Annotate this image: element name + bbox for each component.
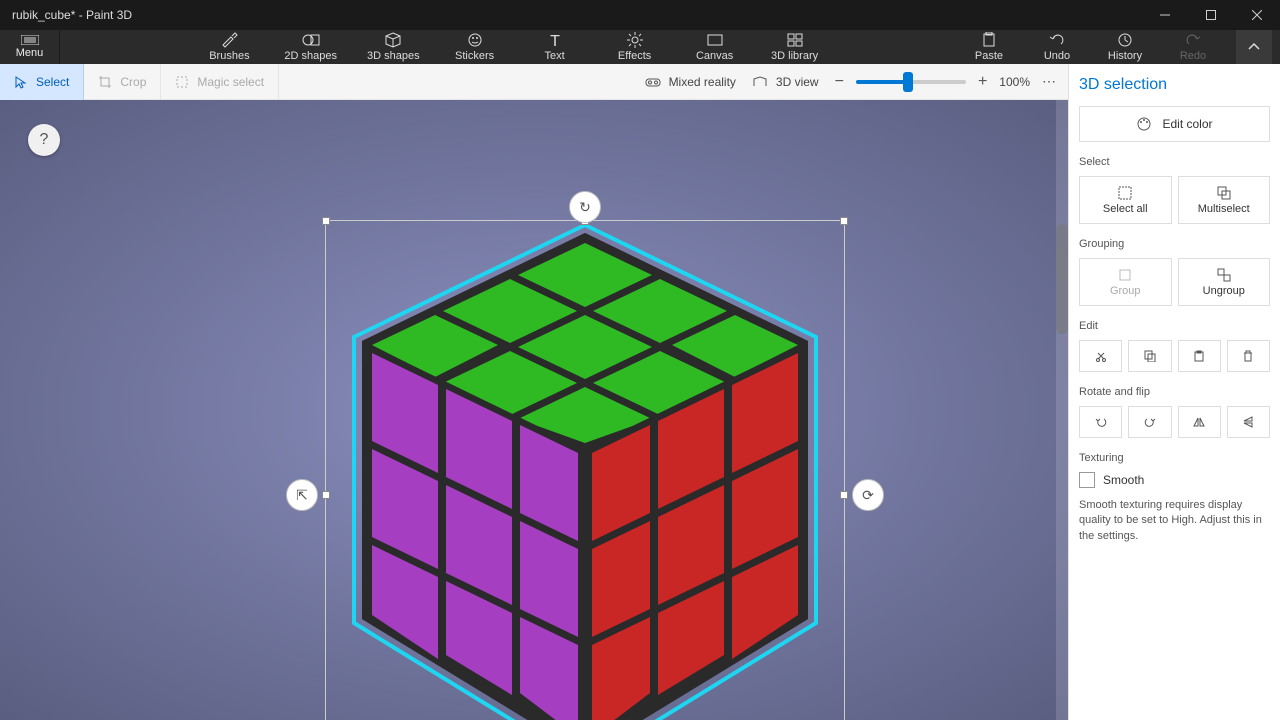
copy-button[interactable]	[1128, 340, 1171, 372]
ribbon: Menu Brushes 2D shapes 3D shapes Sticker…	[0, 30, 1280, 64]
mixed-reality-button[interactable]: Mixed reality	[645, 75, 736, 89]
maximize-button[interactable]	[1188, 0, 1234, 30]
cut-icon	[1095, 350, 1107, 362]
resize-handle-tr[interactable]	[840, 217, 848, 225]
3d-view-button[interactable]: 3D view	[752, 75, 819, 89]
flip-horizontal-button[interactable]	[1178, 406, 1221, 438]
resize-handle-ml[interactable]	[322, 491, 330, 499]
multiselect-icon	[1217, 186, 1231, 200]
select-all-button[interactable]: Select all	[1079, 176, 1172, 224]
ribbon-2d-shapes[interactable]: 2D shapes	[284, 32, 337, 62]
ribbon-effects[interactable]: Effects	[610, 32, 660, 62]
zoom-out-button[interactable]: −	[835, 73, 844, 91]
more-button[interactable]: ⋯	[1042, 73, 1056, 90]
resize-handle-mr[interactable]	[840, 491, 848, 499]
smooth-hint: Smooth texturing requires display qualit…	[1079, 498, 1270, 544]
zoom-level: 100%	[999, 75, 1030, 89]
window-title: rubik_cube* - Paint 3D	[12, 8, 132, 22]
rotate-right-icon	[1144, 416, 1156, 428]
smooth-checkbox[interactable]: Smooth	[1079, 472, 1270, 488]
depth-handle-left[interactable]: ⇱	[286, 479, 318, 511]
select-all-icon	[1118, 186, 1132, 200]
collapse-ribbon-button[interactable]	[1236, 30, 1272, 64]
edit-color-button[interactable]: Edit color	[1079, 106, 1270, 142]
paste-button[interactable]	[1178, 340, 1221, 372]
ungroup-icon	[1217, 268, 1231, 282]
vertical-scrollbar[interactable]	[1056, 100, 1068, 720]
sidebar-title: 3D selection	[1079, 76, 1270, 94]
ribbon-brushes[interactable]: Brushes	[204, 32, 254, 62]
delete-button[interactable]	[1227, 340, 1270, 372]
copy-icon	[1144, 350, 1156, 362]
flip-h-icon	[1193, 416, 1205, 428]
palette-icon	[1136, 116, 1152, 132]
delete-icon	[1242, 350, 1254, 362]
svg-text:T: T	[550, 33, 560, 48]
canvas[interactable]: ?	[0, 100, 1068, 720]
minimize-button[interactable]	[1142, 0, 1188, 30]
ribbon-stickers[interactable]: Stickers	[450, 32, 500, 62]
ribbon-canvas[interactable]: Canvas	[690, 32, 740, 62]
titlebar: rubik_cube* - Paint 3D	[0, 0, 1280, 30]
resize-handle-tl[interactable]	[322, 217, 330, 225]
flip-v-icon	[1242, 416, 1254, 428]
ribbon-3d-library[interactable]: 3D library	[770, 32, 820, 62]
select-tool[interactable]: Select	[0, 64, 84, 100]
rotate-z-handle[interactable]: ↻	[569, 191, 601, 223]
ribbon-redo: Redo	[1168, 32, 1218, 62]
zoom-slider[interactable]	[856, 80, 966, 84]
crop-tool[interactable]: Crop	[84, 64, 161, 100]
paste-icon	[1193, 350, 1205, 362]
rotate-right-button[interactable]	[1128, 406, 1171, 438]
multiselect-button[interactable]: Multiselect	[1178, 176, 1271, 224]
group-icon	[1118, 268, 1132, 282]
checkbox-icon	[1079, 472, 1095, 488]
properties-sidebar: 3D selection Edit color Select Select al…	[1068, 64, 1280, 720]
ribbon-undo[interactable]: Undo	[1032, 32, 1082, 62]
secondary-toolbar: Select Crop Magic select Mixed reality 3…	[0, 64, 1068, 100]
magic-select-tool[interactable]: Magic select	[161, 64, 279, 100]
group-button: Group	[1079, 258, 1172, 306]
rotate-left-button[interactable]	[1079, 406, 1122, 438]
close-button[interactable]	[1234, 0, 1280, 30]
zoom-in-button[interactable]: +	[978, 73, 987, 91]
selection-bounding-box[interactable]: ↻ ⟲ ⇱ ⟳	[325, 220, 845, 720]
menu-button[interactable]: Menu	[0, 30, 60, 64]
ungroup-button[interactable]: Ungroup	[1178, 258, 1271, 306]
ribbon-history[interactable]: History	[1100, 32, 1150, 62]
rotate-x-handle[interactable]: ⟳	[852, 479, 884, 511]
ribbon-paste[interactable]: Paste	[964, 32, 1014, 62]
rotate-left-icon	[1095, 416, 1107, 428]
ribbon-text[interactable]: TText	[530, 32, 580, 62]
help-button[interactable]: ?	[28, 124, 60, 156]
cut-button[interactable]	[1079, 340, 1122, 372]
ribbon-3d-shapes[interactable]: 3D shapes	[367, 32, 420, 62]
flip-vertical-button[interactable]	[1227, 406, 1270, 438]
